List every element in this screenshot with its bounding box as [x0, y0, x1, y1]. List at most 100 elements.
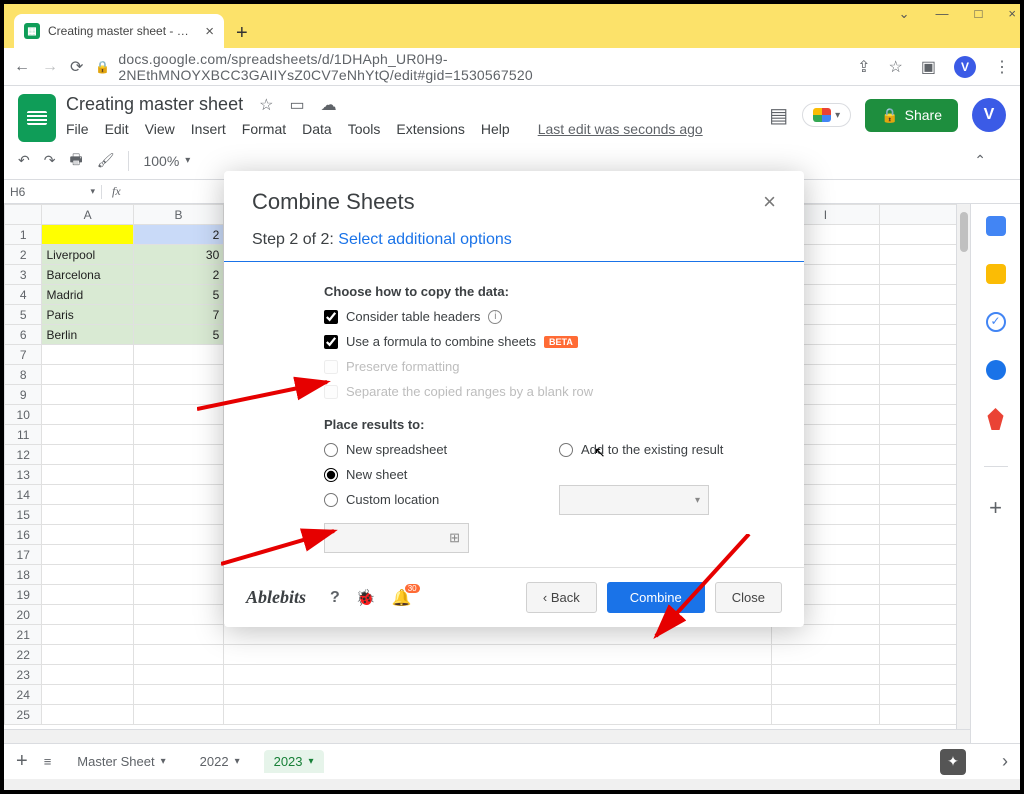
radio-input[interactable] — [324, 468, 338, 482]
add-sidepanel-icon[interactable]: + — [989, 495, 1002, 521]
existing-result-select[interactable]: ▾ — [559, 485, 709, 515]
bookmark-icon[interactable]: ☆ — [889, 57, 903, 77]
cell[interactable] — [224, 705, 772, 725]
last-edit-link[interactable]: Last edit was seconds ago — [538, 121, 703, 137]
cell[interactable]: 2 — [133, 225, 223, 245]
forward-icon[interactable]: → — [42, 58, 58, 76]
col-header[interactable]: A — [42, 205, 133, 225]
new-tab-button[interactable]: + — [224, 19, 260, 48]
back-icon[interactable]: ← — [14, 58, 30, 76]
account-avatar[interactable]: V — [972, 98, 1006, 132]
cell[interactable] — [42, 425, 133, 445]
opt-consider-headers[interactable]: Consider table headers i — [324, 309, 776, 324]
cell[interactable] — [42, 565, 133, 585]
sheet-tab[interactable]: 2022 ▾ — [190, 750, 250, 773]
row-header[interactable]: 3 — [5, 265, 42, 285]
cell[interactable] — [42, 605, 133, 625]
row-header[interactable]: 1 — [5, 225, 42, 245]
cell[interactable] — [772, 705, 880, 725]
undo-icon[interactable]: ↶ — [18, 152, 30, 169]
row-header[interactable]: 19 — [5, 585, 42, 605]
row-header[interactable]: 8 — [5, 365, 42, 385]
contacts-icon[interactable] — [986, 360, 1006, 380]
collapse-toolbar-icon[interactable]: ⌃ — [974, 152, 986, 169]
col-header[interactable]: B — [133, 205, 223, 225]
row-header[interactable]: 23 — [5, 665, 42, 685]
share-button[interactable]: 🔒 Share — [865, 99, 958, 132]
cell[interactable] — [42, 405, 133, 425]
row-header[interactable]: 21 — [5, 625, 42, 645]
radio-input[interactable] — [559, 443, 573, 457]
chevron-down-icon[interactable]: ⌄ — [899, 6, 910, 22]
cell[interactable] — [133, 345, 223, 365]
close-tab-icon[interactable]: × — [205, 23, 214, 40]
notification-icon[interactable]: 🔔30 — [392, 588, 412, 608]
minimize-icon[interactable]: — — [936, 6, 949, 22]
browser-tab[interactable]: ▦ Creating master sheet - Google S × — [14, 14, 224, 48]
cell[interactable] — [133, 645, 223, 665]
row-header[interactable]: 10 — [5, 405, 42, 425]
cell[interactable] — [42, 505, 133, 525]
row-header[interactable]: 22 — [5, 645, 42, 665]
close-window-icon[interactable]: × — [1008, 6, 1016, 22]
side-panel-toggle-icon[interactable]: › — [1002, 751, 1008, 772]
explore-button[interactable]: ✦ — [940, 749, 966, 775]
cell[interactable] — [133, 545, 223, 565]
cell[interactable] — [772, 665, 880, 685]
cell[interactable] — [42, 545, 133, 565]
row-header[interactable]: 2 — [5, 245, 42, 265]
radio-new-sheet[interactable]: New sheet — [324, 467, 469, 482]
row-header[interactable]: 16 — [5, 525, 42, 545]
cell[interactable] — [42, 365, 133, 385]
row-header[interactable]: 7 — [5, 345, 42, 365]
row-header[interactable]: 4 — [5, 285, 42, 305]
sheet-tab[interactable]: Master Sheet ▾ — [67, 750, 175, 773]
cell[interactable]: Liverpool — [42, 245, 133, 265]
cell[interactable]: 5 — [133, 325, 223, 345]
cell[interactable]: Barcelona — [42, 265, 133, 285]
horizontal-scrollbar[interactable] — [4, 729, 970, 743]
reader-icon[interactable]: ▣ — [921, 57, 936, 77]
cell[interactable]: 30 — [133, 245, 223, 265]
menu-insert[interactable]: Insert — [191, 121, 226, 137]
cell[interactable] — [42, 705, 133, 725]
cell[interactable] — [42, 665, 133, 685]
cell[interactable] — [42, 645, 133, 665]
cell[interactable] — [42, 465, 133, 485]
add-sheet-icon[interactable]: + — [16, 750, 28, 773]
star-icon[interactable]: ☆ — [259, 95, 273, 115]
cell[interactable] — [42, 385, 133, 405]
cell[interactable] — [42, 345, 133, 365]
all-sheets-icon[interactable]: ≡ — [44, 754, 52, 769]
row-header[interactable]: 20 — [5, 605, 42, 625]
row-header[interactable]: 5 — [5, 305, 42, 325]
modal-close-icon[interactable]: × — [763, 189, 776, 215]
menu-view[interactable]: View — [145, 121, 175, 137]
url-field[interactable]: 🔒 docs.google.com/spreadsheets/d/1DHAph_… — [95, 51, 845, 83]
sheet-tab[interactable]: 2023 ▾ — [264, 750, 324, 773]
menu-edit[interactable]: Edit — [105, 121, 129, 137]
menu-data[interactable]: Data — [302, 121, 332, 137]
checkbox-formula[interactable] — [324, 335, 338, 349]
cell[interactable]: Madrid — [42, 285, 133, 305]
profile-avatar[interactable]: V — [954, 56, 976, 78]
cell[interactable] — [42, 225, 133, 245]
cell[interactable] — [42, 525, 133, 545]
row-header[interactable]: 6 — [5, 325, 42, 345]
maximize-icon[interactable]: □ — [975, 6, 983, 22]
cell[interactable] — [772, 645, 880, 665]
cell[interactable] — [224, 685, 772, 705]
paint-format-icon[interactable]: 🖌 — [97, 152, 115, 169]
row-header[interactable]: 18 — [5, 565, 42, 585]
cell[interactable] — [42, 485, 133, 505]
cell[interactable] — [133, 485, 223, 505]
back-button[interactable]: ‹ Back — [526, 582, 597, 613]
cell[interactable] — [42, 445, 133, 465]
document-title[interactable]: Creating master sheet — [66, 94, 243, 115]
cell[interactable]: Paris — [42, 305, 133, 325]
cell[interactable] — [42, 685, 133, 705]
zoom-select[interactable]: 100%▾ — [143, 153, 190, 169]
cloud-icon[interactable]: ☁ — [321, 95, 337, 115]
cell[interactable] — [133, 525, 223, 545]
cell[interactable] — [42, 585, 133, 605]
